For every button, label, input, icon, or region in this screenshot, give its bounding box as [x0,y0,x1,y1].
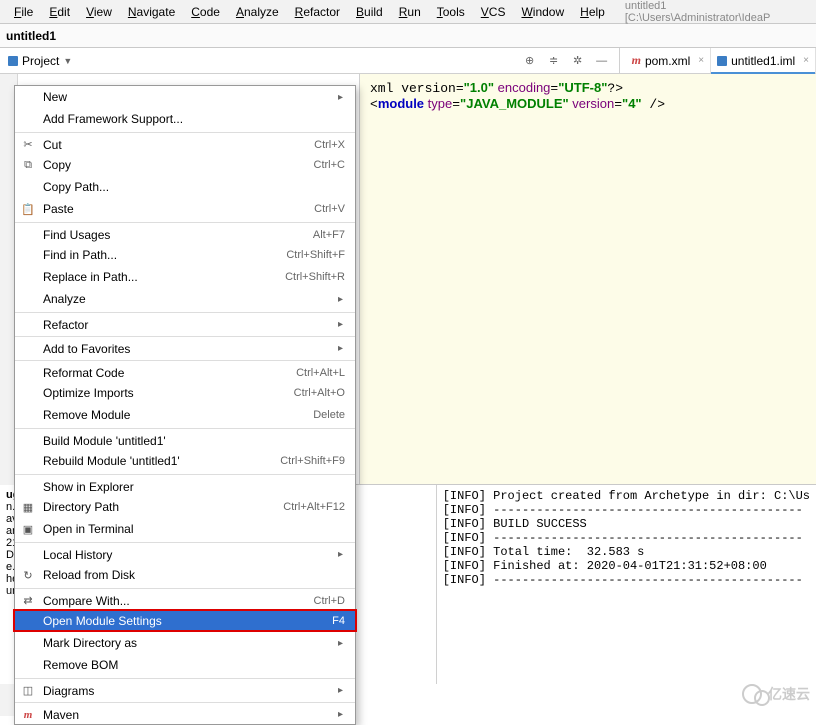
menu-build[interactable]: Build [348,3,391,21]
ctx-add-to-favorites[interactable]: Add to Favorites▸ [15,336,355,358]
tab-untitled1-iml[interactable]: untitled1.iml× [711,48,816,73]
chevron-right-icon: ▸ [338,685,343,696]
console-output[interactable]: [INFO] Project created from Archetype in… [437,485,816,684]
code-editor[interactable]: xml version="1.0" encoding="UTF-8"?> <mo… [360,74,816,484]
action-icon: ▣ [21,523,35,536]
action-icon: ↻ [21,569,35,582]
ctx-open-module-settings[interactable]: Open Module SettingsF4 [15,610,355,632]
menu-edit[interactable]: Edit [41,3,78,21]
action-icon: ✂ [21,138,35,151]
ctx-optimize-imports[interactable]: Optimize ImportsCtrl+Alt+O [15,382,355,404]
gear-icon[interactable]: ✲ [571,54,585,68]
breadcrumb: untitled1 [0,24,816,48]
chevron-right-icon: ▸ [338,549,343,560]
ctx-local-history[interactable]: Local History▸ [15,542,355,564]
menu-vcs[interactable]: VCS [473,3,514,21]
editor-tabs: mpom.xml×untitled1.iml× [619,48,816,73]
hide-icon[interactable]: — [595,54,609,68]
menu-file[interactable]: File [6,3,41,21]
action-icon: ▦ [21,501,35,514]
ctx-remove-bom[interactable]: Remove BOM [15,654,355,676]
tab-pom-xml[interactable]: mpom.xml× [626,48,712,73]
chevron-right-icon: ▸ [338,319,343,330]
file-icon [717,56,727,66]
project-dropdown[interactable]: Project ▼ [0,54,80,68]
close-icon[interactable]: × [698,55,704,66]
close-icon[interactable]: × [803,55,809,66]
menu-navigate[interactable]: Navigate [120,3,183,21]
action-icon: ⇄ [21,594,35,607]
ctx-copy[interactable]: ⧉CopyCtrl+C [15,154,355,176]
ctx-build-module-untitled1[interactable]: Build Module 'untitled1' [15,428,355,450]
expand-icon[interactable]: ≑ [547,54,561,68]
ctx-replace-in-path[interactable]: Replace in Path...Ctrl+Shift+R [15,266,355,288]
logo-icon [742,684,762,704]
ctx-remove-module[interactable]: Remove ModuleDelete [15,404,355,426]
context-menu: New▸Add Framework Support...✂CutCtrl+X⧉C… [14,85,356,725]
project-label: Project [22,54,59,68]
ctx-rebuild-module-untitled1[interactable]: Rebuild Module 'untitled1'Ctrl+Shift+F9 [15,450,355,472]
ctx-maven[interactable]: mMaven▸ [15,702,355,724]
maven-icon: m [632,53,641,68]
menu-analyze[interactable]: Analyze [228,3,287,21]
ctx-refactor[interactable]: Refactor▸ [15,312,355,334]
ctx-compare-with[interactable]: ⇄Compare With...Ctrl+D [15,588,355,610]
menu-view[interactable]: View [78,3,120,21]
chevron-right-icon: ▸ [338,638,343,649]
chevron-right-icon: ▸ [338,294,343,305]
ctx-paste[interactable]: 📋PasteCtrl+V [15,198,355,220]
project-toolbar: Project ▼ ⊕ ≑ ✲ — mpom.xml×untitled1.iml… [0,48,816,74]
ctx-copy-path[interactable]: Copy Path... [15,176,355,198]
ctx-find-usages[interactable]: Find UsagesAlt+F7 [15,222,355,244]
chevron-right-icon: ▸ [338,92,343,103]
ctx-reformat-code[interactable]: Reformat CodeCtrl+Alt+L [15,360,355,382]
ctx-cut[interactable]: ✂CutCtrl+X [15,132,355,154]
menu-window[interactable]: Window [513,3,572,21]
ctx-mark-directory-as[interactable]: Mark Directory as▸ [15,632,355,654]
ctx-reload-from-disk[interactable]: ↻Reload from Disk [15,564,355,586]
action-icon: ◫ [21,684,35,697]
menu-refactor[interactable]: Refactor [287,3,348,21]
locate-icon[interactable]: ⊕ [523,54,537,68]
chevron-down-icon: ▼ [63,56,72,66]
window-title-hint: untitled1 [C:\Users\Administrator\IdeaP [625,0,810,24]
watermark: 亿速云 [742,684,810,704]
breadcrumb-text: untitled1 [6,29,56,43]
ctx-new[interactable]: New▸ [15,86,355,108]
ctx-directory-path[interactable]: ▦Directory PathCtrl+Alt+F12 [15,496,355,518]
ctx-add-framework-support[interactable]: Add Framework Support... [15,108,355,130]
chevron-right-icon: ▸ [338,709,343,720]
maven-icon: m [21,709,35,721]
project-icon [8,56,18,66]
ctx-analyze[interactable]: Analyze▸ [15,288,355,310]
menu-tools[interactable]: Tools [429,3,473,21]
action-icon: 📋 [21,203,35,216]
ctx-diagrams[interactable]: ◫Diagrams▸ [15,678,355,700]
ctx-open-in-terminal[interactable]: ▣Open in Terminal [15,518,355,540]
ctx-find-in-path[interactable]: Find in Path...Ctrl+Shift+F [15,244,355,266]
menu-help[interactable]: Help [572,3,613,21]
ctx-show-in-explorer[interactable]: Show in Explorer [15,474,355,496]
menu-run[interactable]: Run [391,3,429,21]
menubar: FileEditViewNavigateCodeAnalyzeRefactorB… [0,0,816,24]
menu-code[interactable]: Code [183,3,228,21]
action-icon: ⧉ [21,159,35,172]
chevron-right-icon: ▸ [338,343,343,354]
